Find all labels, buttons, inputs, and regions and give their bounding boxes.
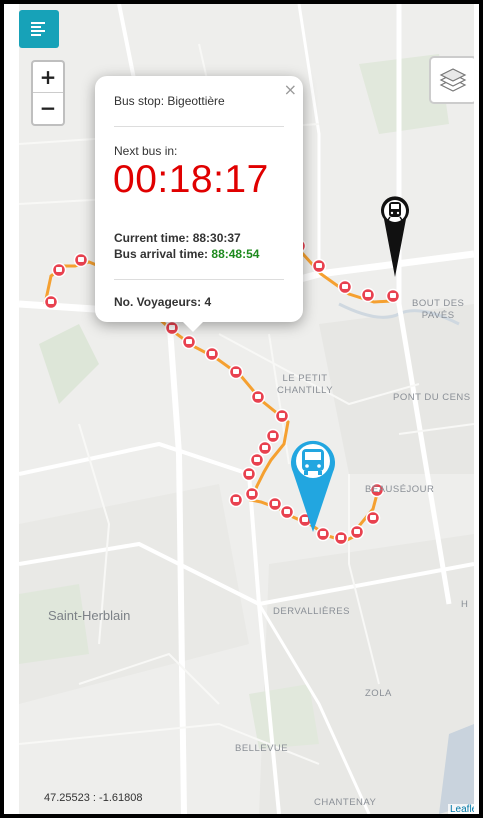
bus-stop-icon bbox=[390, 293, 396, 298]
bus-stop-icon bbox=[270, 433, 276, 438]
arrival-time-label: Bus arrival time: bbox=[114, 247, 209, 261]
bus-stop-icon bbox=[169, 325, 175, 330]
bus-stop-icon bbox=[279, 413, 285, 418]
bus-stop-marker[interactable] bbox=[228, 364, 244, 380]
bus-stop-marker[interactable] bbox=[250, 389, 266, 405]
popup-tip bbox=[183, 322, 203, 332]
bus-stop-icon bbox=[272, 501, 278, 506]
time-info: Current time: 88:30:37 Bus arrival time:… bbox=[114, 230, 259, 262]
label-pont-du-cens: PONT DU CENS bbox=[393, 392, 471, 403]
label-bellevue: BELLEVUE bbox=[235, 743, 289, 754]
label-beausejour: BEAUSÉJOUR bbox=[365, 484, 435, 495]
divider bbox=[114, 279, 284, 280]
countdown-timer: 00:18:17 bbox=[113, 158, 269, 201]
bus-stop-icon bbox=[316, 263, 322, 268]
bus-stop-icon bbox=[254, 457, 260, 462]
bus-stop-marker[interactable] bbox=[164, 320, 180, 336]
bus-stop-marker[interactable] bbox=[241, 466, 257, 482]
bus-stop-marker[interactable] bbox=[73, 252, 89, 268]
bus-stop-icon bbox=[354, 529, 360, 534]
label-bout-des-paves: BOUT DES PAVÉS bbox=[412, 298, 465, 321]
bus-stop-marker[interactable] bbox=[311, 258, 327, 274]
zoom-control: + − bbox=[31, 60, 65, 126]
bus-stop-marker[interactable] bbox=[228, 492, 244, 508]
label-le-petit-chantilly: LE PETIT CHANTILLY bbox=[277, 373, 334, 396]
current-time-value: 88:30:37 bbox=[192, 231, 241, 245]
zoom-in-button[interactable]: + bbox=[33, 62, 63, 93]
label-dervallieres: DERVALLIÈRES bbox=[273, 606, 350, 617]
bus-stop-marker[interactable] bbox=[244, 486, 260, 502]
app-frame: BOUT DES PAVÉS LE PETIT CHANTILLY PONT D… bbox=[4, 4, 479, 814]
bus-stop-icon bbox=[262, 445, 268, 450]
hamburger-icon bbox=[31, 22, 45, 36]
bus-stop-icon bbox=[233, 497, 239, 502]
label-saint-herblain: Saint-Herblain bbox=[48, 608, 131, 623]
bus-stop-marker[interactable] bbox=[349, 524, 365, 540]
bus-stop-marker[interactable] bbox=[365, 510, 381, 526]
zoom-out-button[interactable]: − bbox=[33, 93, 63, 123]
leaflet-attribution-link[interactable]: Leaflet bbox=[448, 804, 474, 814]
bus-stop-marker[interactable] bbox=[265, 428, 281, 444]
layers-control-button[interactable] bbox=[429, 56, 474, 104]
next-bus-label: Next bus in: bbox=[114, 144, 178, 158]
bus-stop-marker[interactable] bbox=[43, 294, 59, 310]
bus-stop-marker[interactable] bbox=[249, 452, 265, 468]
train-marker[interactable] bbox=[380, 189, 410, 279]
map-canvas[interactable]: BOUT DES PAVÉS LE PETIT CHANTILLY PONT D… bbox=[19, 4, 474, 814]
voyageurs-count: No. Voyageurs: 4 bbox=[114, 295, 212, 309]
bus-stop-icon bbox=[255, 394, 261, 399]
arrival-time-value: 88:48:54 bbox=[211, 247, 260, 261]
bus-stop-icon bbox=[338, 535, 344, 540]
label-chantenay: CHANTENAY bbox=[314, 797, 377, 808]
label-h-edge: H bbox=[461, 599, 469, 610]
divider bbox=[114, 126, 284, 127]
bus-stop-popup: × Bus stop: Bigeottière Next bus in: 00:… bbox=[95, 76, 303, 332]
bus-stop-marker[interactable] bbox=[385, 288, 401, 304]
bus-stop-icon bbox=[209, 351, 215, 356]
popup-close-button[interactable]: × bbox=[284, 80, 297, 99]
coordinates-readout: 47.25523 : -1.61808 bbox=[44, 792, 143, 804]
bus-stop-icon bbox=[233, 369, 239, 374]
bus-stop-icon bbox=[342, 284, 348, 289]
bus-stop-marker[interactable] bbox=[257, 440, 273, 456]
bus-stop-icon bbox=[365, 292, 371, 297]
bus-stop-icon bbox=[249, 491, 255, 496]
label-zola: ZOLA bbox=[365, 688, 392, 699]
bus-stop-marker[interactable] bbox=[181, 334, 197, 350]
bus-stop-marker[interactable] bbox=[274, 408, 290, 424]
bus-stop-marker[interactable] bbox=[204, 346, 220, 362]
bus-stop-marker[interactable] bbox=[360, 287, 376, 303]
layers-icon bbox=[439, 68, 467, 92]
bus-stop-icon bbox=[186, 339, 192, 344]
bus-stop-name: Bus stop: Bigeottière bbox=[114, 94, 225, 108]
bus-marker[interactable] bbox=[288, 434, 338, 534]
current-time-label: Current time: bbox=[114, 231, 190, 245]
menu-button[interactable] bbox=[19, 10, 59, 48]
bus-stop-icon bbox=[48, 299, 54, 304]
bus-stop-icon bbox=[246, 471, 252, 476]
bus-stop-marker[interactable] bbox=[267, 496, 283, 512]
bus-stop-marker[interactable] bbox=[51, 262, 67, 278]
bus-stop-icon bbox=[56, 267, 62, 272]
bus-stop-icon bbox=[78, 257, 84, 262]
bus-stop-marker[interactable] bbox=[337, 279, 353, 295]
bus-stop-icon bbox=[370, 515, 376, 520]
